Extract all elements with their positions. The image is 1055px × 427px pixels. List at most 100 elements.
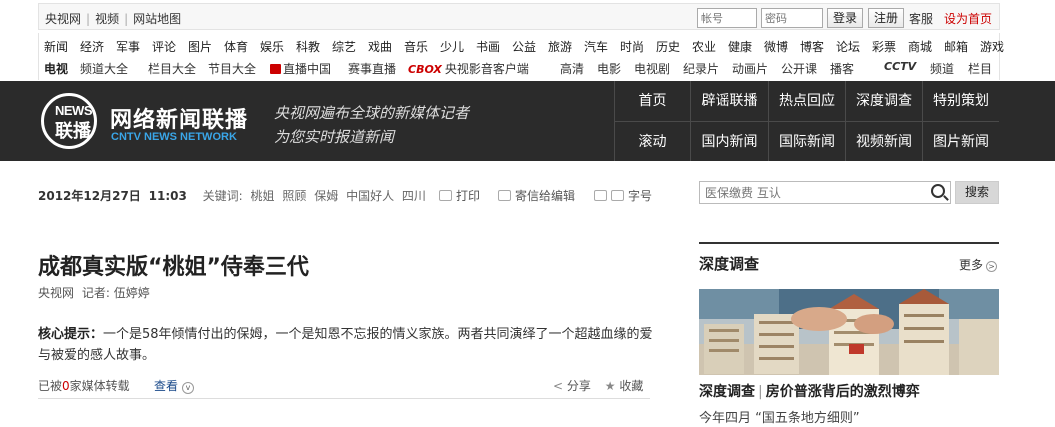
nav-podcast[interactable]: 播客 (830, 60, 854, 77)
site-banner: NEWS 联播 网络新闻联播 CNTV NEWS NETWORK 央视网遍布全球… (0, 81, 1055, 161)
register-button[interactable]: 注册 (868, 8, 904, 28)
nav-item[interactable]: 商城 (908, 38, 932, 55)
nav-drama[interactable]: 电视剧 (634, 60, 670, 77)
banner-menu-item[interactable]: 图片新闻 (922, 121, 999, 161)
nav-item[interactable]: 健康 (728, 38, 752, 55)
set-home-link[interactable]: 设为首页 (944, 10, 992, 27)
keyword[interactable]: 照顾 (282, 189, 306, 203)
keyword[interactable]: 桃姐 (251, 189, 275, 203)
banner-menu-item[interactable]: 国内新闻 (690, 121, 768, 161)
account-input[interactable] (697, 8, 757, 28)
search-icon[interactable] (931, 184, 945, 198)
banner-menu-item[interactable]: 深度调查 (845, 81, 922, 121)
chevron-right-icon: > (986, 261, 998, 272)
favorite-label: 收藏 (619, 379, 644, 393)
nav-item[interactable]: 博客 (800, 38, 824, 55)
nav-item[interactable]: 少儿 (440, 38, 464, 55)
banner-menu-item[interactable]: 特别策划 (922, 81, 999, 121)
print-button[interactable]: 打印 (439, 187, 480, 204)
nav-item[interactable]: 书画 (476, 38, 500, 55)
share-button[interactable]: < 分享 (553, 379, 591, 393)
feature-caption[interactable]: 深度调查 | 房价普涨背后的激烈博弈 (699, 381, 920, 401)
nav-opencourse[interactable]: 公开课 (781, 60, 817, 77)
login-button[interactable]: 登录 (827, 8, 863, 28)
nav-item[interactable]: 时尚 (620, 38, 644, 55)
tv-label: 电视 (44, 62, 69, 76)
service-link[interactable]: 客服 (909, 10, 933, 27)
article-summary: 核心提示：一个是58年倾情付出的保姆，一个是知恩不忘报的情义家族。两者共同演绎了… (38, 324, 653, 366)
banner-menu-item[interactable]: 滚动 (614, 121, 690, 161)
nav-item[interactable]: 戏曲 (368, 38, 392, 55)
nav-item[interactable]: 微博 (764, 38, 788, 55)
view-label: 查看 (154, 379, 179, 393)
section-rule (699, 242, 999, 244)
nav-movie[interactable]: 电影 (597, 60, 621, 77)
nav-item[interactable]: 历史 (656, 38, 680, 55)
font-size-control[interactable]: 字号 (594, 187, 652, 204)
nav-item[interactable]: 论坛 (836, 38, 860, 55)
search-button[interactable]: 搜索 (955, 181, 999, 204)
password-input[interactable] (761, 8, 823, 28)
nav-channel[interactable]: 频道 (930, 60, 954, 77)
reprint-suffix: 家媒体转载 (69, 379, 130, 393)
chevron-down-icon: v (182, 382, 195, 394)
nav-live-china[interactable]: 直播中国 (270, 60, 331, 77)
link-sitemap[interactable]: 网站地图 (133, 12, 181, 26)
nav-item[interactable]: 音乐 (404, 38, 428, 55)
banner-menu-item[interactable]: 辟谣联播 (690, 81, 768, 121)
link-video[interactable]: 视频 (95, 12, 119, 26)
nav-doc[interactable]: 纪录片 (683, 60, 719, 77)
cbox-logo: CBOX (408, 63, 442, 76)
logo-news-text: NEWS (55, 103, 93, 118)
article-meta: 2012年12月27日 11:03 关键词: 桃姐 照顾 保姆 中国好人 四川 (38, 187, 426, 204)
keyword[interactable]: 中国好人 (346, 189, 394, 203)
nav-item[interactable]: 农业 (692, 38, 716, 55)
nav-item[interactable]: 新闻 (44, 38, 68, 55)
top-utility-bar: 央视网|视频|网站地图 登录 注册 客服 设为首页 (38, 3, 1000, 30)
feature-image[interactable] (699, 289, 999, 375)
view-reprints-button[interactable]: 查看 v (154, 377, 195, 394)
banner-menu-item[interactable]: 热点回应 (768, 81, 845, 121)
feature-teaser: 今年四月 “国五条地方细则” (699, 411, 860, 426)
nav-item[interactable]: 汽车 (584, 38, 608, 55)
banner-menu-item[interactable]: 国际新闻 (768, 121, 845, 161)
nav-hd[interactable]: 高清 (560, 60, 584, 77)
site-title[interactable]: 网络新闻联播 (110, 102, 248, 134)
nav-item[interactable]: 游戏 (980, 38, 1004, 55)
nav-item[interactable]: 经济 (80, 38, 104, 55)
nav-item[interactable]: 军事 (116, 38, 140, 55)
nav-columns[interactable]: 栏目大全 (148, 60, 196, 77)
nav-column[interactable]: 栏目 (968, 60, 992, 77)
nav-item[interactable]: 综艺 (332, 38, 356, 55)
send-editor-button[interactable]: 寄信给编辑 (498, 187, 575, 204)
more-link[interactable]: 更多 > (959, 256, 998, 273)
reprint-count: 0 (62, 379, 70, 393)
nav-item[interactable]: 评论 (152, 38, 176, 55)
nav-channels[interactable]: 频道大全 (80, 60, 128, 77)
print-label: 打印 (456, 189, 481, 203)
font-minus-icon[interactable] (594, 190, 607, 201)
nav-item[interactable]: 体育 (224, 38, 248, 55)
nav-item[interactable]: 科教 (296, 38, 320, 55)
banner-menu-item[interactable]: 首页 (614, 81, 690, 121)
send-editor-label: 寄信给编辑 (515, 189, 576, 203)
nav-item[interactable]: 彩票 (872, 38, 896, 55)
nav-programs[interactable]: 节目大全 (208, 60, 256, 77)
nav-events-live[interactable]: 赛事直播 (348, 60, 396, 77)
keyword[interactable]: 四川 (402, 189, 426, 203)
keyword[interactable]: 保姆 (314, 189, 338, 203)
link-cctv[interactable]: 央视网 (45, 12, 81, 26)
favorite-button[interactable]: ★ 收藏 (605, 379, 644, 393)
nav-item[interactable]: 邮箱 (944, 38, 968, 55)
nav-item[interactable]: 旅游 (548, 38, 572, 55)
font-size-label: 字号 (628, 189, 653, 203)
search-input[interactable] (699, 181, 951, 204)
nav-item[interactable]: 图片 (188, 38, 212, 55)
font-plus-icon[interactable] (611, 190, 624, 201)
nav-cbox[interactable]: CBOX 央视影音客户端 (408, 60, 529, 77)
banner-menu-item[interactable]: 视频新闻 (845, 121, 922, 161)
summary-label: 核心提示： (38, 327, 104, 342)
nav-item[interactable]: 娱乐 (260, 38, 284, 55)
nav-item[interactable]: 公益 (512, 38, 536, 55)
nav-anime[interactable]: 动画片 (732, 60, 768, 77)
